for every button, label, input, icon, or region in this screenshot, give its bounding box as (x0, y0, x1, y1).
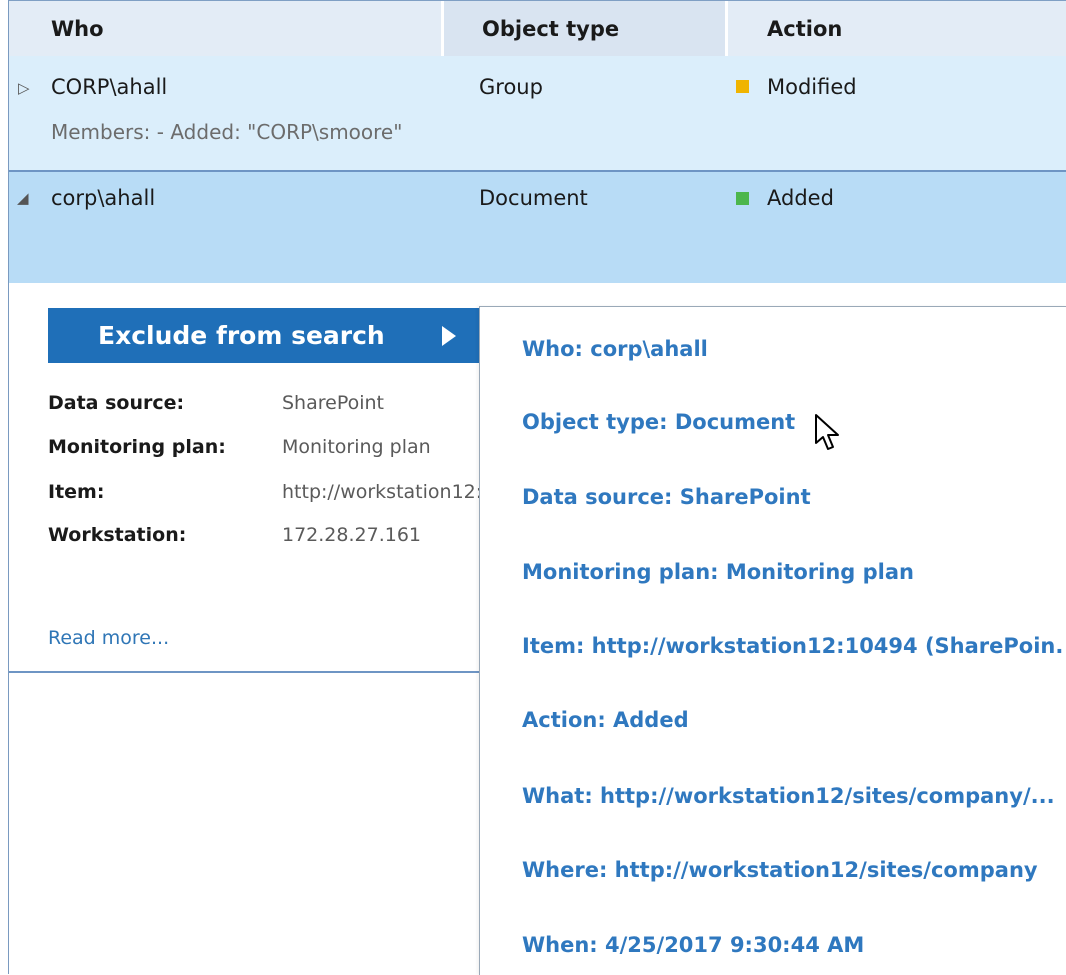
column-header-object-type[interactable]: Object type (441, 1, 728, 57)
table-row[interactable]: ▷ CORP\ahall Group Modified Members: - A… (9, 56, 1066, 172)
detail-value-item: http://workstation12:10494 (SharePoint C… (282, 481, 480, 503)
exclude-from-search-button[interactable]: Exclude from search (48, 308, 482, 363)
row-who: corp\ahall (51, 186, 156, 210)
detail-value-data-source: SharePoint (282, 392, 385, 414)
menu-item-object-type[interactable]: Object type: Document (522, 410, 1062, 434)
menu-item-monitoring-plan[interactable]: Monitoring plan: Monitoring plan (522, 560, 1062, 584)
mouse-pointer-icon (815, 414, 839, 450)
table-header: Who Object type Action (9, 0, 1066, 57)
collapse-chevron-icon[interactable]: ◢ (17, 189, 29, 207)
row-detail-text: Members: - Added: "CORP\smoore" (51, 120, 403, 144)
details-divider (9, 671, 480, 673)
menu-item-where[interactable]: Where: http://workstation12/sites/compan… (522, 858, 1062, 882)
menu-item-item[interactable]: Item: http://workstation12:10494 (ShareP… (522, 634, 1062, 658)
column-header-who[interactable]: Who (51, 1, 104, 57)
menu-item-when[interactable]: When: 4/25/2017 9:30:44 AM (522, 933, 1062, 957)
detail-label-data-source: Data source: (48, 392, 185, 414)
row-action: Modified (767, 75, 857, 99)
row-who: CORP\ahall (51, 75, 168, 99)
detail-label-item: Item: (48, 481, 105, 503)
menu-item-who[interactable]: Who: corp\ahall (522, 337, 1062, 361)
menu-item-action[interactable]: Action: Added (522, 708, 1062, 732)
exclude-from-search-label: Exclude from search (98, 321, 385, 350)
detail-value-workstation: 172.28.27.161 (282, 524, 422, 546)
row-object-type: Group (479, 75, 543, 99)
play-arrow-icon (442, 326, 456, 346)
row-action: Added (767, 186, 834, 210)
read-more-link[interactable]: Read more... (48, 627, 169, 649)
detail-label-workstation: Workstation: (48, 524, 187, 546)
expand-chevron-icon[interactable]: ▷ (18, 79, 30, 97)
column-header-action[interactable]: Action (767, 1, 842, 57)
status-added-icon (736, 192, 749, 205)
menu-item-what[interactable]: What: http://workstation12/sites/company… (522, 784, 1062, 808)
table-row[interactable]: ◢ corp\ahall Document Added (9, 172, 1066, 283)
status-modified-icon (736, 80, 749, 93)
detail-value-monitoring-plan: Monitoring plan (282, 436, 431, 458)
exclude-context-menu: Who: corp\ahall Object type: Document Da… (479, 306, 1066, 975)
menu-item-data-source[interactable]: Data source: SharePoint (522, 485, 1062, 509)
detail-label-monitoring-plan: Monitoring plan: (48, 436, 226, 458)
row-object-type: Document (479, 186, 588, 210)
